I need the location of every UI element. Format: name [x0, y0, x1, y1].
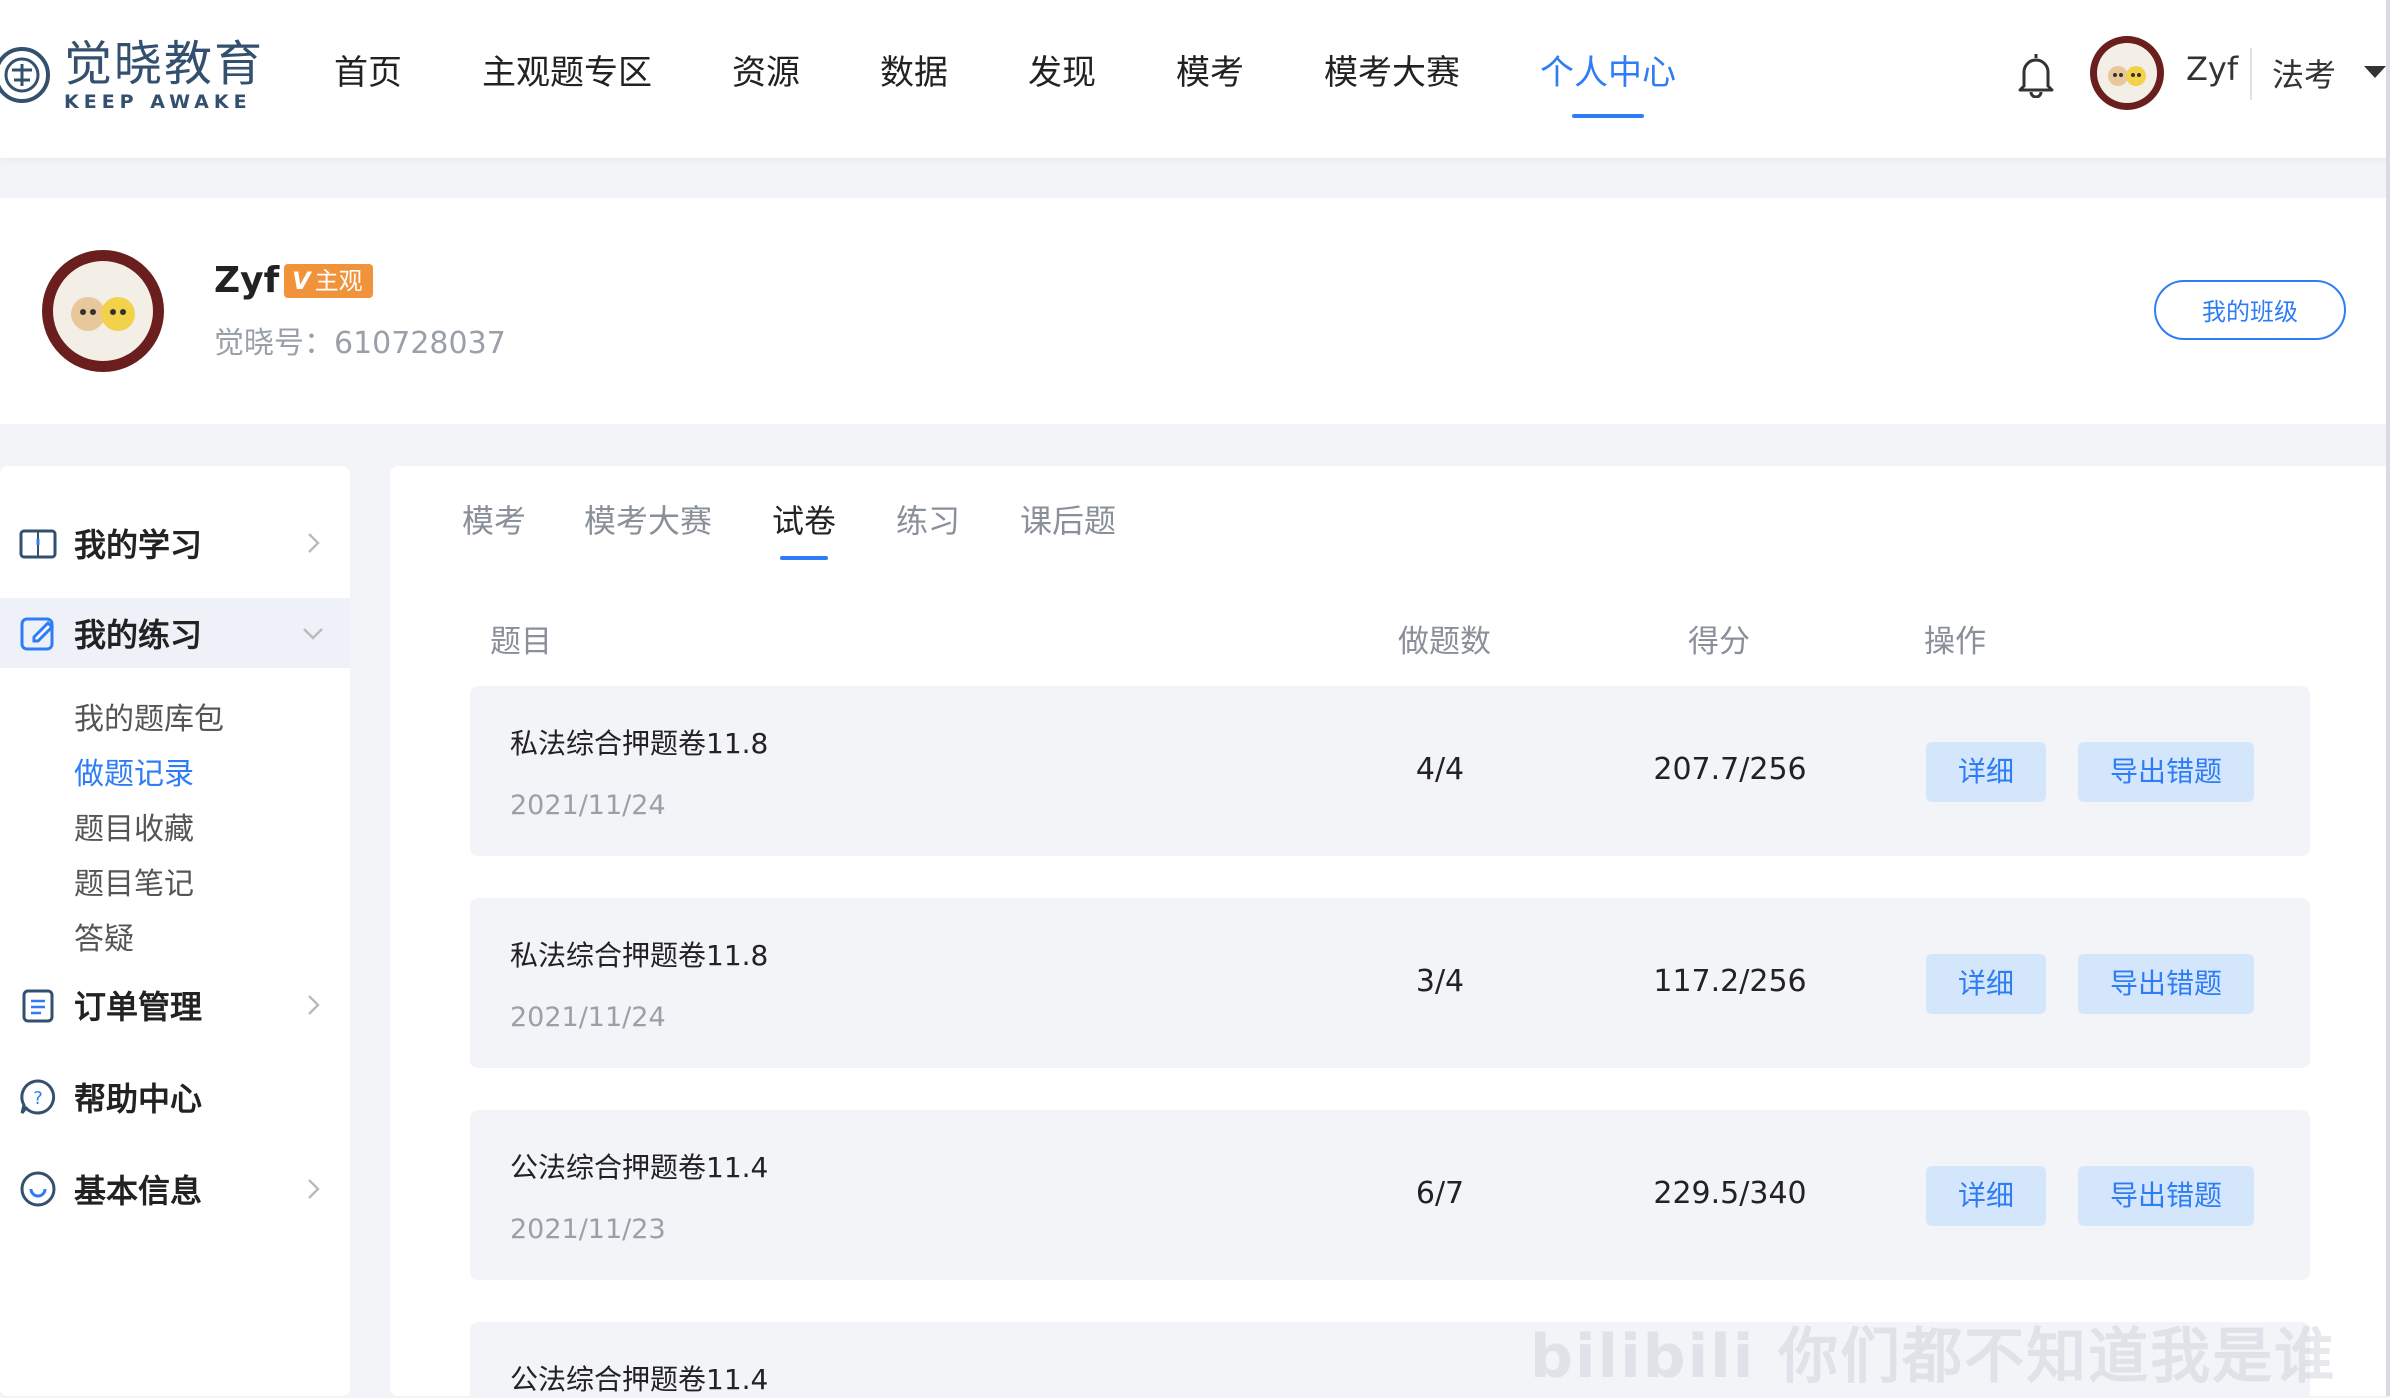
sidebar-subitem-notes[interactable]: 题目笔记	[74, 859, 194, 903]
nav-mock-exam[interactable]: 模考	[1176, 0, 1244, 158]
export-wrong-button[interactable]: 导出错题	[2078, 742, 2254, 802]
chevron-right-icon	[308, 533, 320, 553]
sidebar-item-label: 我的学习	[74, 526, 203, 564]
sidebar-item-label: 基本信息	[74, 1172, 203, 1210]
chevron-down-icon[interactable]	[2364, 66, 2386, 78]
question-count: 3/4	[1415, 964, 1465, 999]
question-count: 4/4	[1415, 752, 1465, 787]
edit-icon	[20, 617, 55, 651]
export-wrong-button[interactable]: 导出错题	[2078, 954, 2254, 1014]
tab-mock-contest[interactable]: 模考大赛	[584, 496, 712, 542]
sidebar-item-basic-info[interactable]: 基本信息	[0, 1154, 350, 1224]
profile-card: Zyf V 主观 觉晓号：610728037 我的班级	[0, 198, 2390, 424]
svg-text:?: ?	[33, 1088, 43, 1109]
brand-logo[interactable]: 觉晓教育 KEEP AWAKE	[0, 30, 264, 120]
main-nav: 首页 主观题专区 资源 数据 发现 模考 模考大赛 个人中心	[334, 0, 1756, 158]
chevron-right-icon	[308, 995, 320, 1015]
exam-selector[interactable]: 法考	[2272, 50, 2336, 96]
nav-subjective-zone[interactable]: 主观题专区	[482, 0, 652, 158]
brand-name-cn: 觉晓教育	[64, 36, 265, 92]
sidebar-item-my-practice[interactable]: 我的练习	[0, 598, 350, 668]
active-tab-indicator	[780, 556, 828, 560]
nav-mock-contest[interactable]: 模考大赛	[1324, 0, 1460, 158]
column-header-title: 题目	[490, 624, 552, 660]
scrollbar[interactable]	[2386, 0, 2390, 1396]
bell-icon[interactable]	[2016, 50, 2056, 98]
nav-data[interactable]: 数据	[880, 0, 948, 158]
profile-name: Zyf	[214, 260, 280, 301]
detail-button[interactable]: 详细	[1926, 742, 2046, 802]
sidebar-item-label: 我的练习	[74, 616, 203, 654]
paper-title: 私法综合押题卷11.8	[510, 727, 769, 760]
info-icon	[20, 1171, 56, 1207]
sidebar: 我的学习 我的练习 我的题库包 做题记录 题目收藏 题目笔记 答疑 订单管理 ?…	[0, 466, 350, 1396]
export-wrong-button[interactable]: 导出错题	[2078, 1166, 2254, 1226]
avatar-image-icon	[53, 261, 153, 361]
paper-title: 公法综合押题卷11.4	[510, 1363, 769, 1396]
detail-button[interactable]: 详细	[1926, 1166, 2046, 1226]
tab-practice[interactable]: 练习	[896, 496, 960, 542]
sidebar-subitem-question-bank[interactable]: 我的题库包	[74, 694, 224, 738]
brand-name-en: KEEP AWAKE	[64, 91, 252, 113]
paper-date: 2021/11/23	[510, 1214, 666, 1245]
sidebar-item-help-center[interactable]: ? 帮助中心	[0, 1062, 350, 1132]
nav-home[interactable]: 首页	[334, 0, 402, 158]
score: 207.7/256	[1653, 752, 1807, 787]
profile-id: 觉晓号：610728037	[214, 318, 506, 362]
score: 117.2/256	[1653, 964, 1807, 999]
keep-awake-logo-icon	[0, 47, 50, 103]
member-badge: V 主观	[284, 264, 373, 298]
avatar-image-icon	[2097, 43, 2157, 103]
my-class-button[interactable]: 我的班级	[2154, 280, 2346, 340]
vip-icon: V	[292, 267, 311, 295]
sidebar-subitem-favorites[interactable]: 题目收藏	[74, 804, 194, 848]
sidebar-item-label: 帮助中心	[74, 1080, 203, 1118]
sidebar-item-orders[interactable]: 订单管理	[0, 970, 350, 1040]
top-navigation-bar: 觉晓教育 KEEP AWAKE 首页 主观题专区 资源 数据 发现 模考 模考大…	[0, 0, 2390, 158]
clipboard-icon	[22, 989, 54, 1023]
table-row: 私法综合押题卷11.8 2021/11/24 3/4 117.2/256 详细 …	[470, 898, 2310, 1068]
help-icon: ?	[20, 1079, 56, 1115]
records-panel: 模考 模考大赛 试卷 练习 课后题 题目 做题数 得分 操作 私法综合押题卷11…	[390, 466, 2390, 1396]
divider	[2250, 48, 2252, 100]
chevron-right-icon	[308, 1179, 320, 1199]
paper-date: 2021/11/24	[510, 1002, 666, 1033]
nav-personal-center[interactable]: 个人中心	[1540, 0, 1676, 158]
chevron-down-icon	[303, 628, 323, 640]
profile-id-label: 觉晓号：	[214, 326, 334, 361]
paper-title: 私法综合押题卷11.8	[510, 939, 769, 972]
tab-mock-exam[interactable]: 模考	[462, 496, 526, 542]
book-icon	[19, 529, 57, 559]
column-header-count: 做题数	[1398, 624, 1491, 660]
tab-after-class[interactable]: 课后题	[1020, 496, 1116, 542]
nav-resources[interactable]: 资源	[732, 0, 800, 158]
sidebar-item-my-study[interactable]: 我的学习	[0, 508, 350, 578]
profile-avatar	[42, 250, 164, 372]
username[interactable]: Zyf	[2186, 50, 2238, 88]
bilibili-watermark: bilibili 你们都不知道我是谁	[1530, 1322, 2337, 1392]
question-count: 6/7	[1415, 1176, 1465, 1211]
column-header-score: 得分	[1688, 624, 1750, 660]
tab-papers[interactable]: 试卷	[772, 496, 836, 542]
table-row: 公法综合押题卷11.4 2021/11/23 6/7 229.5/340 详细 …	[470, 1110, 2310, 1280]
profile-id-value: 610728037	[334, 326, 506, 361]
avatar[interactable]	[2090, 36, 2164, 110]
table-row: 私法综合押题卷11.8 2021/11/24 4/4 207.7/256 详细 …	[470, 686, 2310, 856]
badge-label: 主观	[314, 267, 363, 295]
paper-date: 2021/11/24	[510, 790, 666, 821]
score: 229.5/340	[1653, 1176, 1807, 1211]
sidebar-subitem-qa[interactable]: 答疑	[74, 914, 134, 958]
sidebar-item-label: 订单管理	[74, 988, 203, 1026]
nav-discover[interactable]: 发现	[1028, 0, 1096, 158]
paper-title: 公法综合押题卷11.4	[510, 1151, 769, 1184]
sidebar-subitem-practice-records[interactable]: 做题记录	[74, 749, 194, 793]
column-header-actions: 操作	[1924, 624, 1986, 660]
detail-button[interactable]: 详细	[1926, 954, 2046, 1014]
